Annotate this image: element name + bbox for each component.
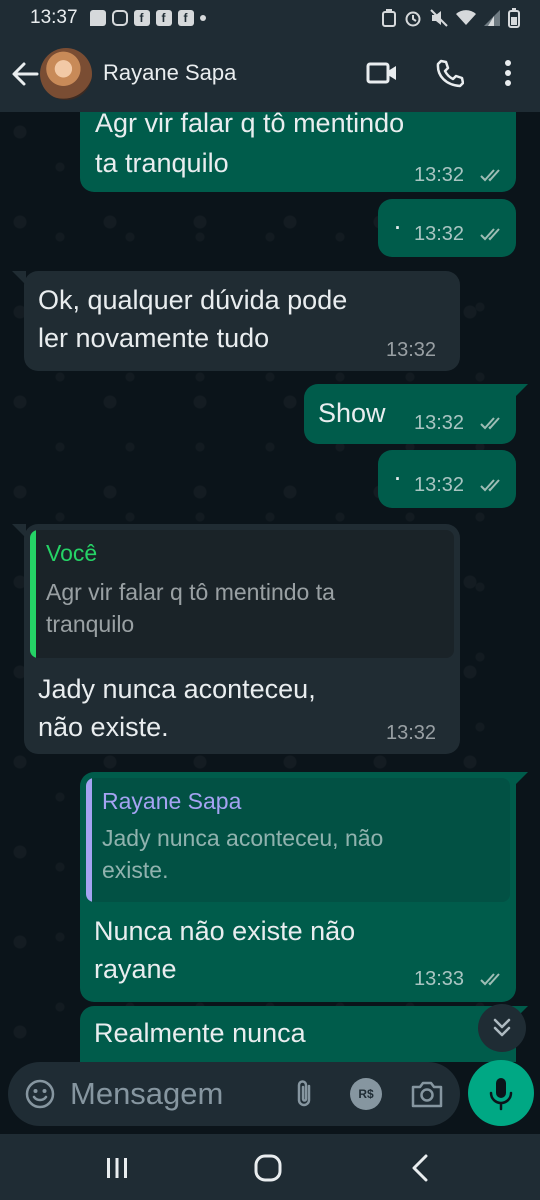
quote-bar [86, 778, 92, 902]
message-bubble-outgoing[interactable]: Rayane Sapa Jady nunca aconteceu, não ex… [80, 772, 528, 1002]
status-time: 13:37 [30, 7, 78, 28]
mute-icon [430, 9, 448, 27]
message-text: Agr vir falar q tô mentindo [95, 112, 405, 138]
facebook-icon: f [155, 10, 172, 26]
double-chevron-down-icon [493, 1018, 511, 1037]
message-bubble-incoming[interactable]: Ok, qualquer dúvida pode ler novamente t… [12, 271, 460, 371]
read-ticks-icon [480, 479, 500, 492]
notification-icons: f f f [89, 10, 206, 26]
voice-message-button[interactable] [468, 1060, 534, 1126]
message-text: · [393, 211, 402, 241]
back-icon[interactable] [410, 1154, 430, 1182]
message-text: rayane [94, 954, 177, 984]
contact-name[interactable]: Rayane Sapa [103, 60, 236, 86]
attach-icon[interactable] [290, 1078, 320, 1110]
avatar[interactable] [40, 48, 92, 100]
message-bubble-outgoing[interactable]: · 13:32 [378, 199, 516, 257]
quoted-message[interactable]: Rayane Sapa Jady nunca aconteceu, não ex… [86, 778, 510, 902]
quote-text: tranquilo [46, 611, 135, 637]
bubble-tail [514, 384, 528, 398]
read-ticks-icon [480, 973, 500, 986]
facebook-icon: f [133, 10, 150, 26]
message-text: ta tranquilo [95, 148, 229, 178]
message-text: não existe. [38, 712, 169, 742]
message-text: Jady nunca aconteceu, [38, 674, 316, 704]
chat-area[interactable]: Agr vir falar q tô mentindo ta tranquilo… [0, 112, 540, 1062]
payment-icon[interactable]: R$ [350, 1078, 382, 1110]
signal-icon [484, 10, 500, 26]
emoji-icon[interactable] [24, 1078, 56, 1110]
quote-author: Você [46, 540, 98, 566]
battery-icon [508, 8, 520, 28]
read-ticks-icon [480, 169, 500, 182]
message-time: 13:32 [414, 164, 465, 186]
message-composer: R$ [8, 1062, 460, 1126]
read-ticks-icon [480, 228, 500, 241]
recents-icon[interactable] [104, 1156, 130, 1180]
quote-text: existe. [102, 857, 169, 883]
message-icon [89, 10, 106, 26]
message-text: ler novamente tudo [38, 323, 270, 353]
message-bubble-incoming[interactable]: Você Agr vir falar q tô mentindo ta tran… [12, 524, 460, 754]
mic-icon [489, 1078, 513, 1111]
read-ticks-icon [480, 417, 500, 430]
message-bubble-outgoing[interactable]: Realmente nunca [80, 1006, 528, 1062]
message-bubble-outgoing[interactable]: · 13:32 [378, 450, 516, 508]
message-text: · [393, 462, 402, 492]
message-text: Nunca não existe não [94, 916, 356, 946]
message-input[interactable] [70, 1074, 270, 1114]
message-time: 13:32 [414, 223, 465, 245]
battery-saver-icon [382, 9, 396, 27]
scroll-to-bottom-button[interactable] [478, 1004, 526, 1052]
quoted-message[interactable]: Você Agr vir falar q tô mentindo ta tran… [30, 530, 454, 658]
message-time: 13:32 [386, 722, 437, 744]
bubble-tail [12, 524, 26, 538]
message-text: Ok, qualquer dúvida pode [38, 285, 348, 315]
status-bar: 13:37 f f f [0, 0, 540, 36]
camera-icon[interactable] [410, 1078, 444, 1110]
dot-icon [199, 15, 206, 21]
bubble-tail [514, 772, 528, 786]
quote-bar [30, 530, 36, 658]
instagram-icon [111, 10, 128, 26]
back-arrow-icon[interactable] [10, 59, 40, 89]
voice-call-icon[interactable] [434, 58, 464, 88]
chat-header: Rayane Sapa [0, 36, 540, 112]
system-icons [382, 8, 520, 28]
quote-author: Rayane Sapa [102, 788, 242, 814]
quote-text: Jady nunca aconteceu, não [102, 825, 384, 851]
message-time: 13:32 [414, 412, 465, 434]
message-bubble-outgoing[interactable]: Show 13:32 [304, 384, 528, 444]
wifi-icon [456, 10, 476, 25]
facebook-icon: f [177, 10, 194, 26]
message-time: 13:33 [414, 968, 465, 990]
message-bubble-outgoing[interactable]: Agr vir falar q tô mentindo ta tranquilo… [80, 112, 516, 192]
message-time: 13:32 [386, 339, 437, 361]
message-text: Realmente nunca [94, 1018, 306, 1048]
message-text: Show [318, 398, 386, 428]
alarm-icon [405, 11, 421, 27]
system-navigation-bar [0, 1134, 540, 1200]
more-options-icon[interactable] [498, 58, 518, 88]
bubble-tail [12, 271, 26, 285]
quote-text: Agr vir falar q tô mentindo ta [46, 579, 335, 605]
message-time: 13:32 [414, 474, 465, 496]
video-call-icon[interactable] [366, 60, 398, 86]
home-icon[interactable] [254, 1154, 282, 1182]
